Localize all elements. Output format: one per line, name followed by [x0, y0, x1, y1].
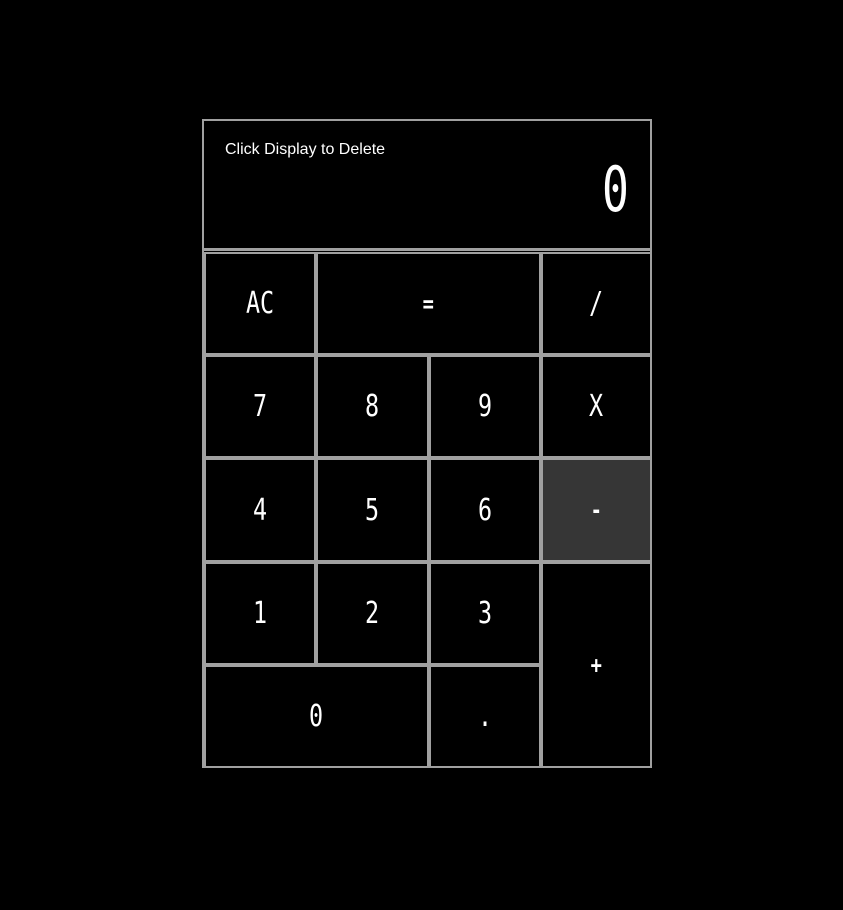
- calculator: Click Display to Delete 0 AC = / 7 8 9 X…: [202, 119, 652, 768]
- clear-button[interactable]: AC: [204, 252, 316, 355]
- subtract-button[interactable]: -: [541, 458, 652, 562]
- six-button[interactable]: 6: [429, 458, 541, 562]
- nine-button[interactable]: 9: [429, 355, 541, 458]
- eight-button[interactable]: 8: [316, 355, 429, 458]
- four-button[interactable]: 4: [204, 458, 316, 562]
- display-hint: Click Display to Delete: [225, 141, 386, 158]
- seven-button[interactable]: 7: [204, 355, 316, 458]
- keypad: AC = / 7 8 9 X 4 5 6 - 1 2 3 + 0 .: [204, 252, 652, 768]
- multiply-button[interactable]: X: [541, 355, 652, 458]
- display-value: 0: [601, 153, 630, 226]
- add-button[interactable]: +: [541, 562, 652, 768]
- equals-button[interactable]: =: [316, 252, 541, 355]
- decimal-button[interactable]: .: [429, 665, 541, 768]
- divide-button[interactable]: /: [541, 252, 652, 355]
- two-button[interactable]: 2: [316, 562, 429, 665]
- five-button[interactable]: 5: [316, 458, 429, 562]
- three-button[interactable]: 3: [429, 562, 541, 665]
- one-button[interactable]: 1: [204, 562, 316, 665]
- zero-button[interactable]: 0: [204, 665, 429, 768]
- calculator-display[interactable]: Click Display to Delete 0: [204, 121, 650, 251]
